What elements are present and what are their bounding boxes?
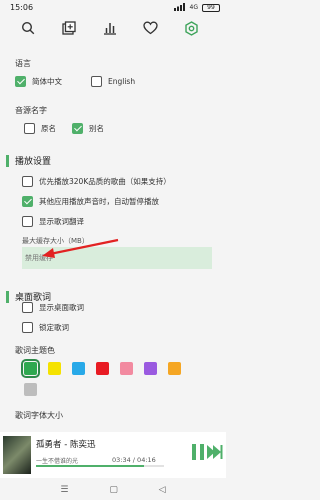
section-playback: 播放设置 (0, 152, 226, 170)
signal-icon (173, 2, 186, 13)
checkbox-original-name[interactable]: 原名 (24, 123, 56, 134)
next-icon (207, 445, 223, 459)
checkbox-simplified-chinese[interactable]: 简体中文 (15, 76, 62, 87)
system-nav-bar: ☰ ▢ ◁ (0, 480, 226, 500)
progress-bar[interactable] (36, 465, 164, 467)
settings-icon[interactable] (183, 19, 201, 37)
top-toolbar (0, 15, 226, 41)
checkbox-box[interactable] (22, 322, 33, 333)
checkbox-show-desktop-lyric[interactable]: 显示桌面歌词 (22, 302, 84, 313)
checkbox-auto-pause[interactable]: 其他应用播放声音时，自动暂停播放 (22, 196, 159, 207)
checkbox-english[interactable]: English (91, 76, 135, 87)
color-swatch-blue[interactable] (72, 362, 85, 375)
checkbox-lock-lyric[interactable]: 锁定歌词 (22, 322, 69, 333)
color-swatches (21, 359, 181, 378)
checkbox-alias[interactable]: 别名 (72, 123, 104, 134)
settings-content[interactable]: 语言 简体中文 English 音源名字 原名 别名 播放设置 优先播放320K… (0, 44, 226, 426)
checkbox-box[interactable] (91, 76, 102, 87)
checkbox-box[interactable] (24, 123, 35, 134)
current-lyric: 一生不借谁的光 (36, 458, 79, 465)
menu-icon[interactable]: ☰ (60, 485, 68, 495)
song-title: 孤勇者 - 陈奕迅 (36, 440, 96, 450)
search-icon[interactable] (19, 19, 37, 37)
home-icon[interactable]: ▢ (109, 485, 118, 495)
color-swatch-purple[interactable] (144, 362, 157, 375)
player-bar[interactable]: 孤勇者 - 陈奕迅 一生不借谁的光 03:34 / 04:16 (0, 432, 226, 478)
color-swatch-pink[interactable] (120, 362, 133, 375)
color-swatch-green[interactable] (21, 359, 40, 378)
battery-icon: 99 (202, 3, 220, 12)
heart-icon[interactable] (142, 19, 160, 37)
red-arrow-annotation (42, 238, 119, 258)
lyric-theme-heading: 歌词主题色 (15, 346, 55, 355)
pause-icon (192, 444, 204, 460)
back-icon[interactable]: ◁ (159, 485, 166, 495)
checkbox-box[interactable] (22, 176, 33, 187)
chart-icon[interactable] (101, 19, 119, 37)
checkbox-box[interactable] (22, 302, 33, 313)
lyric-font-size-heading: 歌词字体大小 (15, 411, 63, 420)
color-swatch-orange[interactable] (168, 362, 181, 375)
checkbox-box[interactable] (22, 216, 33, 227)
play-time: 03:34 / 04:16 (112, 456, 156, 464)
checkbox-box[interactable] (15, 76, 26, 87)
color-swatch-yellow[interactable] (48, 362, 61, 375)
checkbox-box[interactable] (72, 123, 83, 134)
section-title: 播放设置 (15, 157, 52, 167)
checkbox-prefer-320k[interactable]: 优先播放320K品质的歌曲（如果支持） (22, 176, 171, 187)
checkbox-lyric-translation[interactable]: 显示歌词翻译 (22, 216, 84, 227)
checkbox-box[interactable] (22, 196, 33, 207)
status-bar: 15:06 4G 99 (0, 0, 226, 15)
source-name-heading: 音源名字 (15, 106, 47, 115)
album-cover[interactable] (3, 436, 31, 474)
next-button[interactable] (207, 443, 223, 461)
pause-button[interactable] (191, 443, 205, 461)
status-time: 15:06 (10, 3, 34, 12)
color-swatch-red[interactable] (96, 362, 109, 375)
progress-fill (36, 465, 144, 467)
add-square-icon[interactable] (60, 19, 78, 37)
language-heading: 语言 (15, 59, 31, 68)
network-label: 4G (189, 4, 198, 11)
color-swatch-gray[interactable] (24, 383, 37, 396)
